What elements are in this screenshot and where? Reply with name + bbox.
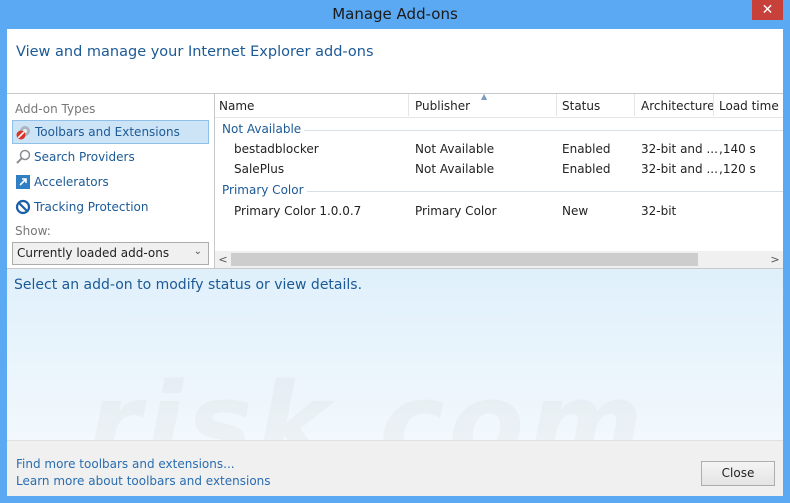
cell-name: Primary Color 1.0.0.7	[234, 204, 362, 218]
column-header-load-time[interactable]: Load time	[719, 94, 779, 116]
window-title: Manage Add-ons	[332, 5, 458, 23]
scrollbar-thumb[interactable]	[231, 253, 698, 266]
cell-publisher: Not Available	[415, 162, 495, 176]
cell-architecture: 32-bit and ...	[641, 142, 718, 156]
column-separator[interactable]	[556, 94, 557, 116]
cell-architecture: 32-bit and ...	[641, 162, 718, 176]
chevron-down-icon: ⌄	[193, 246, 202, 257]
cell-load-time: ,120 s	[719, 162, 756, 176]
learn-more-link[interactable]: Learn more about toolbars and extensions	[16, 474, 271, 488]
type-toolbars-extensions[interactable]: Toolbars and Extensions	[12, 120, 209, 144]
close-button[interactable]: Close	[701, 461, 775, 486]
horizontal-scrollbar[interactable]: < >	[215, 251, 783, 268]
scroll-right-button[interactable]: >	[767, 251, 783, 268]
title-bar: Manage Add-ons ✕	[0, 0, 790, 29]
cell-status: Enabled	[562, 162, 611, 176]
details-panel: Select an add-on to modify status or vie…	[7, 268, 783, 440]
client-area: View and manage your Internet Explorer a…	[7, 29, 783, 496]
no-entry-icon	[15, 199, 31, 215]
column-header-architecture[interactable]: Architecture	[641, 94, 714, 116]
find-more-link[interactable]: Find more toolbars and extensions...	[16, 457, 235, 471]
type-label: Accelerators	[34, 175, 109, 189]
type-label: Tracking Protection	[34, 200, 149, 214]
column-header-publisher[interactable]: Publisher	[415, 94, 470, 116]
show-filter-value: Currently loaded add-ons	[17, 246, 170, 260]
column-separator[interactable]	[634, 94, 635, 116]
group-divider	[295, 191, 783, 192]
group-header-primary-color[interactable]: Primary Color	[222, 183, 307, 197]
accelerator-icon	[15, 174, 31, 190]
magnifier-icon	[15, 149, 31, 165]
scroll-left-button[interactable]: <	[215, 251, 231, 268]
type-search-providers[interactable]: Search Providers	[12, 145, 209, 169]
show-filter-select[interactable]: Currently loaded add-ons ⌄	[12, 242, 209, 265]
cell-name: SalePlus	[234, 162, 285, 176]
addon-types-pane: Add-on Types Toolbars and Extensions Sea…	[7, 94, 214, 268]
footer: Find more toolbars and extensions... Lea…	[7, 440, 783, 496]
cell-publisher: Primary Color	[415, 204, 497, 218]
sort-ascending-icon: ▲	[481, 92, 488, 101]
addons-grid: Name Publisher ▲ Status Architecture Loa…	[215, 92, 783, 268]
manage-addons-window: Manage Add-ons ✕ View and manage your In…	[0, 0, 790, 503]
cell-name: bestadblocker	[234, 142, 319, 156]
page-heading: View and manage your Internet Explorer a…	[16, 44, 374, 60]
type-label: Search Providers	[34, 150, 135, 164]
column-separator[interactable]	[408, 94, 409, 116]
group-divider	[295, 130, 783, 131]
column-header-status[interactable]: Status	[562, 94, 600, 116]
cell-architecture: 32-bit	[641, 204, 677, 218]
group-header-not-available[interactable]: Not Available	[222, 122, 305, 136]
cell-publisher: Not Available	[415, 142, 495, 156]
details-message: Select an add-on to modify status or vie…	[14, 277, 363, 293]
column-header-name[interactable]: Name	[219, 94, 254, 116]
type-label: Toolbars and Extensions	[35, 125, 180, 139]
header-divider	[215, 117, 783, 118]
type-tracking-protection[interactable]: Tracking Protection	[12, 195, 209, 219]
window-close-button[interactable]: ✕	[752, 0, 783, 20]
column-separator[interactable]	[713, 94, 714, 116]
show-label: Show:	[15, 224, 51, 238]
cell-status: New	[562, 204, 589, 218]
cell-status: Enabled	[562, 142, 611, 156]
type-accelerators[interactable]: Accelerators	[12, 170, 209, 194]
addon-types-label: Add-on Types	[15, 102, 96, 116]
cell-load-time: ,140 s	[719, 142, 756, 156]
gear-blocked-icon	[16, 124, 32, 140]
